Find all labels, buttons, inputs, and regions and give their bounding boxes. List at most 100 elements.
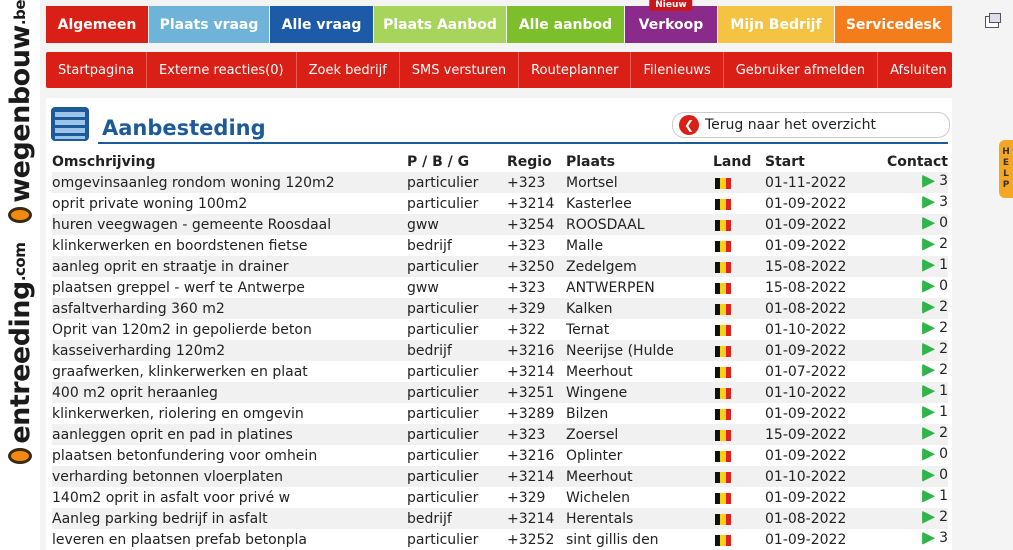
green-arrow-icon[interactable] — [922, 300, 936, 314]
tab-alle-vraag[interactable]: Alle vraag — [270, 6, 373, 43]
subnav-afsluiten[interactable]: Afsluiten — [878, 52, 959, 88]
cell-contact[interactable]: 0 — [883, 466, 948, 487]
table-row[interactable]: 400 m2 oprit heraanleg particulier +3251 Wi… — [52, 382, 948, 403]
subnav-sms-versturen[interactable]: SMS versturen — [400, 52, 520, 88]
cell-omschrijving[interactable]: aanleg oprit en straatje in drainer — [52, 256, 407, 277]
cell-omschrijving[interactable]: leveren en plaatsen prefab betonpla — [52, 529, 407, 550]
cell-omschrijving[interactable]: verharding betonnen vloerplaten — [52, 466, 407, 487]
cell-omschrijving[interactable]: klinkerwerken en boordstenen fietse — [52, 235, 407, 256]
tab-plaats-vraag[interactable]: Plaats vraag — [149, 6, 269, 43]
window-icon[interactable] — [985, 13, 1001, 28]
cell-omschrijving[interactable]: plaatsen betonfundering voor omhein — [52, 445, 407, 466]
green-arrow-icon[interactable] — [922, 531, 936, 545]
cell-omschrijving[interactable]: graafwerken, klinkerwerken en plaat — [52, 361, 407, 382]
tab-mijn-bedrijf[interactable]: Mijn Bedrijf — [718, 6, 834, 43]
table-row[interactable]: oprit private woning 100m2 particulier +32… — [52, 193, 948, 214]
table-row[interactable]: klinkerwerken en boordstenen fietse bedri… — [52, 235, 948, 256]
subnav-routeplanner[interactable]: Routeplanner — [519, 52, 632, 88]
cell-contact[interactable]: 0 — [883, 445, 948, 466]
cell-contact[interactable]: 2 — [883, 340, 948, 361]
green-arrow-icon[interactable] — [922, 447, 936, 461]
cell-contact[interactable]: 0 — [883, 214, 948, 235]
table-row[interactable]: Aanleg parking bedrijf in asfalt bedrijf +… — [52, 508, 948, 529]
green-arrow-icon[interactable] — [922, 489, 936, 503]
table-row[interactable]: leveren en plaatsen prefab betonpla parti… — [52, 529, 948, 550]
table-row[interactable]: plaatsen greppel - werf te Antwerpe gww +3… — [52, 277, 948, 298]
green-arrow-icon[interactable] — [922, 195, 936, 209]
cell-contact[interactable]: 2 — [883, 235, 948, 256]
table-row[interactable]: asfaltverharding 360 m2 particulier +329 Ka… — [52, 298, 948, 319]
green-arrow-icon[interactable] — [922, 237, 936, 251]
green-arrow-icon[interactable] — [922, 510, 936, 524]
table-row[interactable]: aanleg oprit en straatje in drainer parti… — [52, 256, 948, 277]
tab-verkoop[interactable]: Verkoop Nieuw — [625, 0, 717, 43]
cell-contact[interactable]: 1 — [883, 403, 948, 424]
tab-alle-aanbod[interactable]: Alle aanbod — [507, 6, 624, 43]
cell-contact[interactable]: 0 — [883, 277, 948, 298]
tab-algemeen[interactable]: Algemeen — [46, 6, 148, 43]
table-row[interactable]: kasseiverharding 120m2 bedrijf +3216 Neerij… — [52, 340, 948, 361]
cell-omschrijving[interactable]: asfaltverharding 360 m2 — [52, 298, 407, 319]
green-arrow-icon[interactable] — [922, 174, 936, 188]
cell-pbg: particulier — [407, 424, 507, 445]
table-row[interactable]: aanleggen oprit en pad in platines partic… — [52, 424, 948, 445]
subnav-startpagina[interactable]: Startpagina — [46, 52, 148, 88]
cell-plaats: ROOSDAAL — [566, 214, 713, 235]
table-row[interactable]: 140m2 oprit in asfalt voor privé w partic… — [52, 487, 948, 508]
help-tab[interactable]: HELP — [999, 140, 1013, 198]
table-row[interactable]: plaatsen betonfundering voor omhein parti… — [52, 445, 948, 466]
table-row[interactable]: klinkerwerken, riolering en omgevin parti… — [52, 403, 948, 424]
green-arrow-icon[interactable] — [922, 468, 936, 482]
green-arrow-icon[interactable] — [922, 405, 936, 419]
cell-contact[interactable]: 2 — [883, 508, 948, 529]
belgium-flag-icon — [715, 240, 731, 252]
green-arrow-icon[interactable] — [922, 258, 936, 272]
belgium-flag-icon — [715, 450, 731, 462]
cell-land — [713, 298, 765, 319]
green-arrow-icon[interactable] — [922, 279, 936, 293]
subnav-gebruiker-afmelden[interactable]: Gebruiker afmelden — [724, 52, 879, 88]
cell-pbg: gww — [407, 279, 439, 296]
green-arrow-icon[interactable] — [922, 384, 936, 398]
subnav-zoek-bedrijf[interactable]: Zoek bedrijf — [297, 52, 400, 88]
green-arrow-icon[interactable] — [922, 426, 936, 440]
cell-omschrijving[interactable]: oprit private woning 100m2 — [52, 193, 407, 214]
cell-omschrijving[interactable]: 400 m2 oprit heraanleg — [52, 382, 407, 403]
cell-omschrijving[interactable]: kasseiverharding 120m2 — [52, 340, 407, 361]
subnav-externe-reacties-0[interactable]: Externe reacties(0) — [147, 52, 297, 88]
cell-land — [713, 277, 765, 298]
cell-contact[interactable]: 3 — [883, 172, 948, 193]
green-arrow-icon[interactable] — [922, 321, 936, 335]
cell-omschrijving[interactable]: klinkerwerken, riolering en omgevin — [52, 403, 407, 424]
cell-contact[interactable]: 1 — [883, 382, 948, 403]
belgium-flag-icon — [715, 429, 731, 441]
back-to-overview-button[interactable]: ❮ Terug naar het overzicht — [672, 112, 950, 138]
top-navigation: Algemeen Plaats vraag Alle vraag Plaats Aan… — [46, 0, 953, 43]
cell-contact[interactable]: 1 — [883, 487, 948, 508]
table-row[interactable]: omgevinsaanleg rondom woning 120m2 partic… — [52, 172, 948, 193]
cell-contact[interactable]: 1 — [883, 256, 948, 277]
cell-contact[interactable]: 3 — [883, 529, 948, 550]
tab-plaats-aanbod[interactable]: Plaats Aanbod — [374, 6, 506, 43]
cell-omschrijving[interactable]: aanleggen oprit en pad in platines — [52, 424, 407, 445]
green-arrow-icon[interactable] — [922, 342, 936, 356]
cell-omschrijving[interactable]: omgevinsaanleg rondom woning 120m2 — [52, 172, 407, 193]
cell-contact[interactable]: 2 — [883, 424, 948, 445]
subnav-filenieuws[interactable]: Filenieuws — [631, 52, 724, 88]
cell-omschrijving[interactable]: 140m2 oprit in asfalt voor privé w — [52, 487, 407, 508]
green-arrow-icon[interactable] — [922, 216, 936, 230]
cell-contact[interactable]: 3 — [883, 193, 948, 214]
cell-omschrijving[interactable]: Aanleg parking bedrijf in asfalt — [52, 508, 407, 529]
tab-servicedesk[interactable]: Servicedesk — [835, 6, 952, 43]
table-row[interactable]: graafwerken, klinkerwerken en plaat parti… — [52, 361, 948, 382]
cell-contact[interactable]: 2 — [883, 361, 948, 382]
cell-omschrijving[interactable]: Oprit van 120m2 in gepolierde beton — [52, 319, 407, 340]
table-row[interactable]: huren veegwagen - gemeente Roosdaal gww +3… — [52, 214, 948, 235]
table-row[interactable]: verharding betonnen vloerplaten particuli… — [52, 466, 948, 487]
cell-omschrijving[interactable]: plaatsen greppel - werf te Antwerpe — [52, 277, 407, 298]
table-row[interactable]: Oprit van 120m2 in gepolierde beton parti… — [52, 319, 948, 340]
green-arrow-icon[interactable] — [922, 363, 936, 377]
cell-contact[interactable]: 2 — [883, 298, 948, 319]
cell-omschrijving[interactable]: huren veegwagen - gemeente Roosdaal — [52, 214, 407, 235]
cell-contact[interactable]: 2 — [883, 319, 948, 340]
